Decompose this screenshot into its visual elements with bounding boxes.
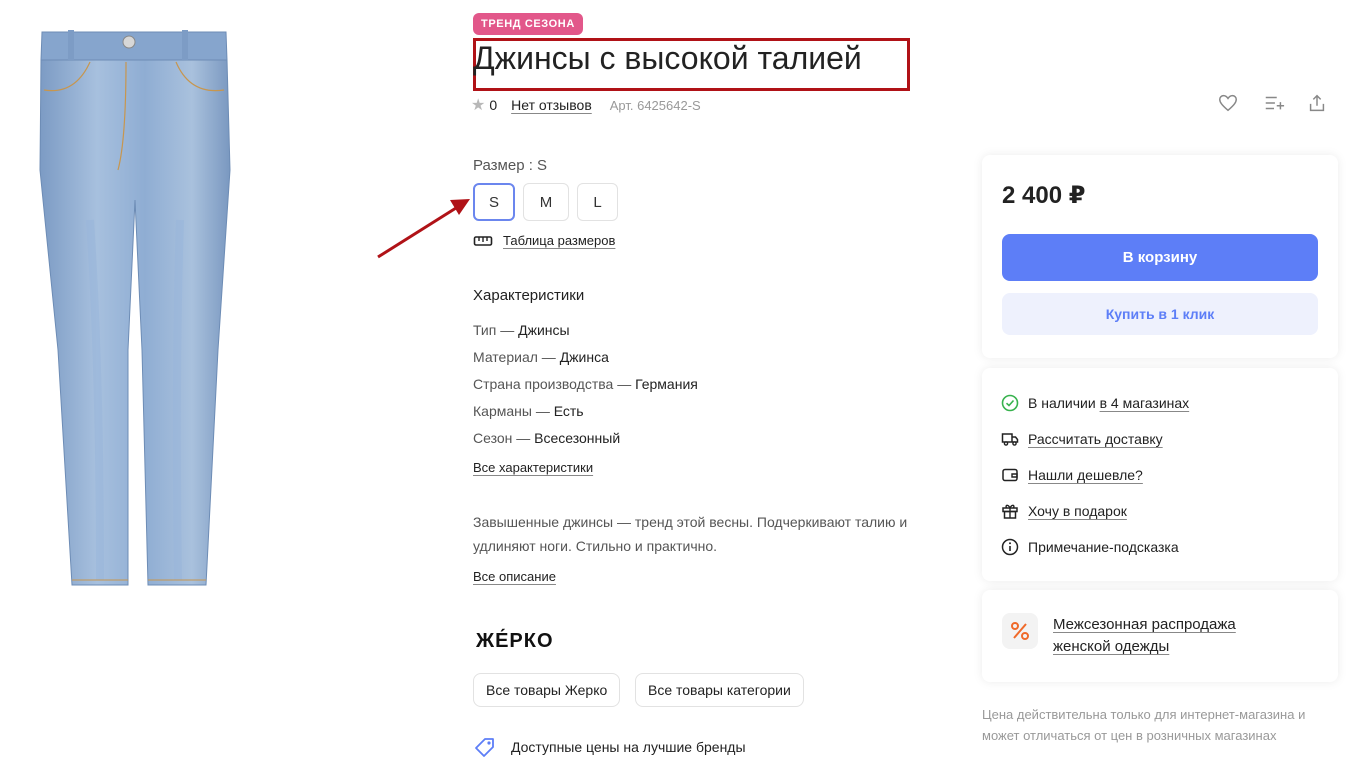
characteristics-title: Характеристики [473, 287, 585, 304]
buy-one-click-button[interactable]: Купить в 1 клик [1002, 293, 1318, 335]
characteristic-row: Сезон — Всесезонный [473, 430, 621, 446]
hint-text: Примечание-подсказка [1028, 539, 1179, 555]
all-category-products-button[interactable]: Все товары категории [635, 673, 804, 707]
trend-badge: ТРЕНД СЕЗОНА [473, 13, 583, 35]
check-circle-icon [1001, 394, 1019, 412]
reviews-link[interactable]: Нет отзывов [511, 97, 592, 113]
size-option-l[interactable]: L [577, 183, 618, 221]
price: 2 400 ₽ [1002, 182, 1086, 209]
size-table-row[interactable]: Таблица размеров [473, 233, 615, 248]
characteristic-value: Германия [635, 376, 698, 392]
characteristic-row: Материал — Джинса [473, 349, 609, 365]
gift-icon [1002, 504, 1018, 519]
characteristic-name: Карманы [473, 403, 532, 419]
cheaper-row[interactable]: Нашли дешевле? [1001, 466, 1143, 484]
stores-link[interactable]: в 4 магазинах [1100, 395, 1190, 411]
rating-row: ★ 0 Нет отзывов Арт. 6425642-S [471, 96, 701, 114]
info-card: В наличии в 4 магазинах Рассчитать доста… [982, 368, 1338, 581]
sku: Арт. 6425642-S [609, 97, 701, 113]
characteristic-value: Джинсы [518, 322, 570, 338]
all-characteristics-link[interactable]: Все характеристики [473, 460, 593, 475]
characteristic-row: Тип — Джинсы [473, 322, 570, 338]
percent-icon [1002, 613, 1038, 649]
gift-row[interactable]: Хочу в подарок [1001, 502, 1127, 520]
all-brand-products-button[interactable]: Все товары Жерко [473, 673, 621, 707]
found-cheaper-link[interactable]: Нашли дешевле? [1028, 467, 1143, 483]
brands-promo-text: Доступные цены на лучшие бренды [511, 739, 746, 755]
size-option-m[interactable]: M [523, 183, 569, 221]
add-to-cart-button[interactable]: В корзину [1002, 234, 1318, 281]
all-description-link[interactable]: Все описание [473, 569, 556, 584]
characteristic-value: Всесезонный [534, 430, 621, 446]
characteristic-name: Тип [473, 322, 497, 338]
availability-row: В наличии в 4 магазинах [1001, 394, 1189, 412]
characteristic-name: Страна производства [473, 376, 614, 392]
hint-row[interactable]: Примечание-подсказка [1001, 538, 1179, 556]
heart-icon[interactable] [1217, 92, 1239, 114]
availability-text: В наличии [1028, 395, 1100, 411]
brand-logo[interactable]: ЖЕ́РКО [476, 630, 554, 653]
characteristic-name: Материал [473, 349, 538, 365]
add-to-list-icon[interactable] [1263, 92, 1285, 114]
info-icon [1001, 538, 1019, 556]
product-image[interactable] [30, 20, 240, 600]
size-table-link[interactable]: Таблица размеров [503, 233, 615, 248]
sale-card[interactable]: Межсезонная распродажа женской одежды [982, 590, 1338, 682]
price-card: 2 400 ₽ В корзину Купить в 1 клик [982, 155, 1338, 358]
star-icon: ★ [471, 97, 486, 114]
truck-icon [1001, 433, 1019, 446]
delivery-link[interactable]: Рассчитать доставку [1028, 431, 1163, 447]
characteristic-value: Есть [553, 403, 584, 419]
gift-link[interactable]: Хочу в подарок [1028, 503, 1127, 519]
product-description: Завышенные джинсы — тренд этой весны. По… [473, 514, 908, 554]
characteristic-row: Страна производства — Германия [473, 376, 698, 392]
brands-promo[interactable]: Доступные цены на лучшие бренды [473, 735, 746, 759]
delivery-row[interactable]: Рассчитать доставку [1001, 430, 1163, 448]
price-tag-icon [475, 738, 494, 757]
product-title: Джинсы с высокой талией [473, 40, 862, 76]
annotation-arrow [377, 199, 470, 259]
size-label: Размер : S [473, 157, 548, 174]
rating-count: 0 [489, 97, 498, 113]
wallet-icon [1002, 468, 1018, 482]
share-icon[interactable] [1306, 92, 1328, 114]
characteristic-value: Джинса [559, 349, 609, 365]
price-note: Цена действительна только для интернет-м… [982, 707, 1306, 743]
sale-link[interactable]: Межсезонная распродажа женской одежды [1053, 614, 1293, 658]
characteristic-name: Сезон [473, 430, 513, 446]
characteristic-row: Карманы — Есть [473, 403, 584, 419]
